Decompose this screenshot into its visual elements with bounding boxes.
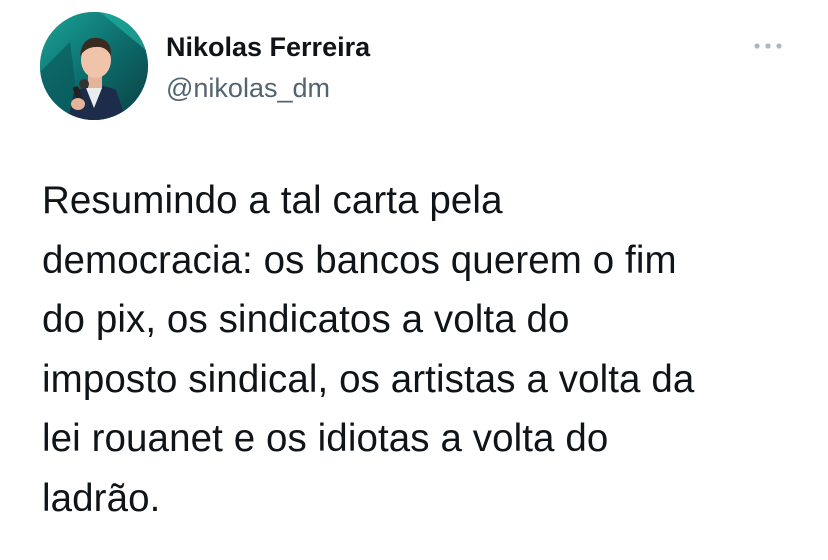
tweet-text-line: imposto sindical, os artistas a volta da [42, 357, 695, 401]
author-handle[interactable]: @nikolas_dm [166, 71, 330, 105]
author-display-name[interactable]: Nikolas Ferreira [166, 30, 370, 64]
tweet-text-line: ladrão. [42, 476, 161, 520]
profile-photo-icon [40, 12, 148, 120]
tweet-card[interactable]: Nikolas Ferreira @nikolas_dm Resumindo a… [0, 0, 828, 560]
more-options-button[interactable] [748, 34, 788, 58]
avatar[interactable] [40, 12, 148, 120]
tweet-text-line: democracia: os bancos querem o fim [42, 238, 677, 282]
tweet-text-line: do pix, os sindicatos a volta do [42, 298, 570, 341]
tweet-text-line: Resumindo a tal carta pela [42, 179, 503, 222]
tweet-text: Resumindo a tal carta pela democracia: o… [42, 171, 812, 528]
ellipsis-icon [754, 43, 782, 49]
tweet-text-line: lei rouanet e os idiotas a volta do [42, 417, 609, 460]
